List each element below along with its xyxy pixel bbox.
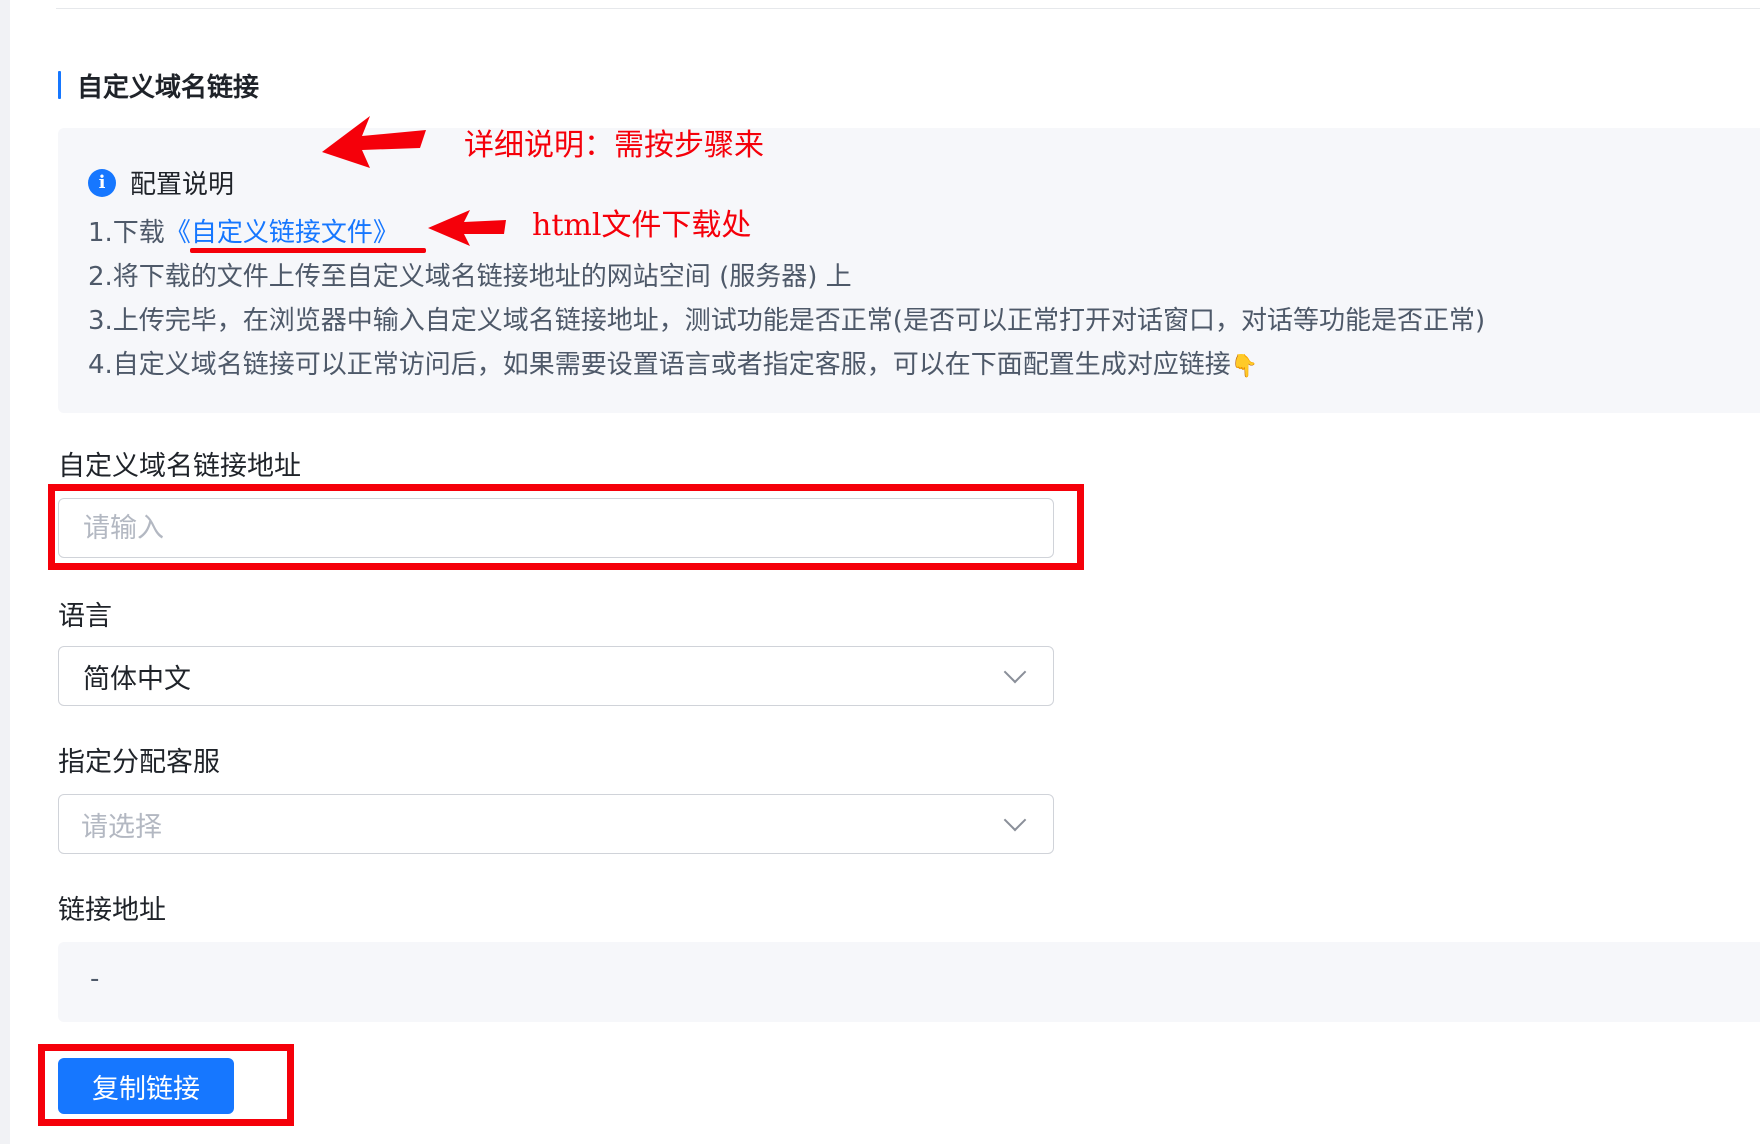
annotation-arrows [322,116,506,246]
annotation-arrow-2 [428,210,506,246]
annotation-arrow-1 [322,116,426,168]
